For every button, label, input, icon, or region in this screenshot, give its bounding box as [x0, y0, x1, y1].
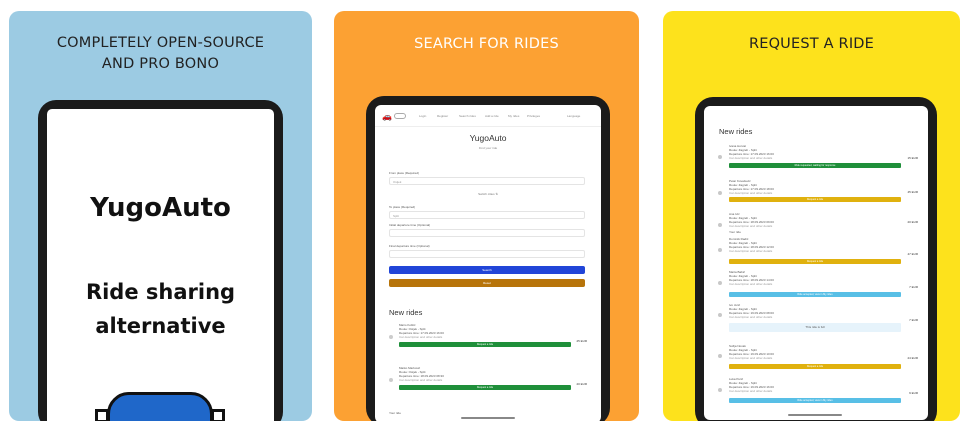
final-time-input[interactable]: [389, 250, 585, 258]
reset-button[interactable]: Reset: [389, 279, 585, 287]
tablet-screen: YugoAuto Ride sharing alternative: [47, 109, 274, 421]
nav-my-rides[interactable]: My rides: [508, 114, 519, 118]
nav-add-ride[interactable]: Add a ride: [485, 114, 499, 118]
ride-note: Car description and other details: [729, 156, 773, 160]
user-avatar-icon: [718, 191, 722, 195]
ride-note: Car description and other details: [729, 224, 773, 228]
from-place-label: From place (Required): [389, 171, 420, 175]
ride-price: 7 EUR: [909, 285, 918, 289]
from-place-input[interactable]: Osijek: [389, 177, 585, 185]
ride-note: Car description and other details: [729, 389, 773, 393]
nav-register[interactable]: Register: [437, 114, 448, 118]
ride-price: 45 EUR: [907, 190, 918, 194]
ride-status-button[interactable]: Ride requested, waiting for response: [729, 163, 901, 168]
app-brand-name: YugoAuto: [90, 193, 231, 223]
tagline-line1: Ride sharing: [85, 280, 236, 304]
car-logo-icon: 🚗: [382, 112, 392, 121]
ride-price: 15 EUR: [907, 156, 918, 160]
new-rides-heading: New rides: [719, 127, 753, 136]
car-mirror-right-icon: [211, 409, 225, 421]
ride-price: 7 EUR: [909, 318, 918, 322]
tablet-screen: 🚗 Login Register Search rides Add a ride…: [375, 105, 601, 421]
user-avatar-icon: [718, 281, 722, 285]
app-title: YugoAuto: [469, 133, 507, 143]
user-avatar-icon: [718, 313, 722, 317]
to-place-label: To place (Required): [389, 205, 416, 209]
home-indicator: [788, 414, 842, 416]
app-subtitle: Find your ride: [478, 146, 498, 150]
panel-title: SEARCH FOR RIDES: [414, 36, 559, 52]
nav-privileges[interactable]: Privileges: [527, 114, 540, 118]
nav-login[interactable]: Login: [419, 114, 426, 118]
home-indicator: [461, 417, 515, 419]
ride-status-button[interactable]: Ride accepted, view in My rides: [729, 398, 901, 403]
panel-title: REQUEST A RIDE: [748, 36, 875, 52]
search-button[interactable]: Search: [389, 266, 585, 274]
switch-cities-link[interactable]: Switch cities ⇅: [375, 192, 601, 196]
nav-language[interactable]: Language: [567, 114, 580, 118]
tablet-frame: 🚗 Login Register Search rides Add a ride…: [366, 96, 610, 421]
tablet-frame: YugoAuto Ride sharing alternative: [38, 100, 283, 421]
initial-time-input[interactable]: [389, 229, 585, 237]
ride-note: Car description and other details: [729, 315, 773, 319]
user-avatar-icon: [389, 378, 393, 382]
promo-panel-open-source: COMPLETELY OPEN-SOURCE AND PRO BONO Yugo…: [9, 11, 312, 421]
car-logo-icon: [107, 392, 213, 421]
app-tagline: Ride sharing alternative: [57, 275, 264, 343]
theme-toggle[interactable]: [394, 113, 406, 119]
user-avatar-icon: [718, 223, 722, 227]
final-time-label: Final departure time (Optional): [389, 244, 430, 248]
your-ride-label: Your ride: [729, 230, 741, 234]
panel-title: COMPLETELY OPEN-SOURCE AND PRO BONO: [9, 33, 312, 75]
ride-price: 25 EUR: [576, 339, 587, 343]
ride-note: Car description and other details: [729, 282, 773, 286]
promo-panel-request: REQUEST A RIDE New rides Ivana Horvat Ro…: [663, 11, 960, 421]
ride-note: Car description and other details: [399, 335, 443, 339]
ride-price: 47 EUR: [907, 252, 918, 256]
user-avatar-icon: [718, 388, 722, 392]
tablet-frame: New rides Ivana Horvat Route: Zagreb - S…: [695, 97, 937, 421]
ride-note: Car description and other details: [729, 356, 773, 360]
user-avatar-icon: [718, 155, 722, 159]
panel-title-line1: COMPLETELY OPEN-SOURCE: [56, 35, 265, 51]
ride-note: Car description and other details: [729, 191, 773, 195]
ride-note: Car description and other details: [399, 378, 443, 382]
user-avatar-icon: [718, 354, 722, 358]
request-ride-button[interactable]: Request a ride: [729, 364, 901, 369]
request-ride-button[interactable]: Request a ride: [399, 385, 571, 390]
ride-full-notice: This ride is full: [729, 323, 901, 332]
tablet-screen: New rides Ivana Horvat Route: Zagreb - S…: [704, 106, 928, 420]
to-place-input[interactable]: Split: [389, 211, 585, 219]
request-ride-button[interactable]: Request a ride: [729, 197, 901, 202]
your-ride-label: Your ride: [389, 411, 401, 415]
ride-card: Mario Koštić Route: Osijek - Split Depar…: [389, 323, 589, 353]
tagline-line2: alternative: [95, 314, 226, 338]
request-ride-button[interactable]: Request a ride: [399, 342, 571, 347]
ride-price: 20 EUR: [907, 220, 918, 224]
nav-search-rides[interactable]: Search rides: [459, 114, 476, 118]
initial-time-label: Initial departure time (Optional): [389, 223, 431, 227]
ride-price: 9 EUR: [909, 391, 918, 395]
user-avatar-icon: [389, 335, 393, 339]
promo-panel-search: SEARCH FOR RIDES 🚗 Login Register Search…: [334, 11, 639, 421]
ride-note: Car description and other details: [729, 249, 773, 253]
new-rides-heading: New rides: [389, 308, 423, 317]
ride-price: 24 EUR: [907, 356, 918, 360]
panel-title-line2: AND PRO BONO: [101, 56, 220, 72]
user-avatar-icon: [718, 248, 722, 252]
ride-card: Marko Marković Route: Osijek - Split Dep…: [389, 366, 589, 396]
request-ride-button[interactable]: Request a ride: [729, 259, 901, 264]
ride-status-button[interactable]: Ride accepted, view in My rides: [729, 292, 901, 297]
top-navbar: 🚗 Login Register Search rides Add a ride…: [375, 105, 601, 127]
ride-price: 20 EUR: [576, 382, 587, 386]
